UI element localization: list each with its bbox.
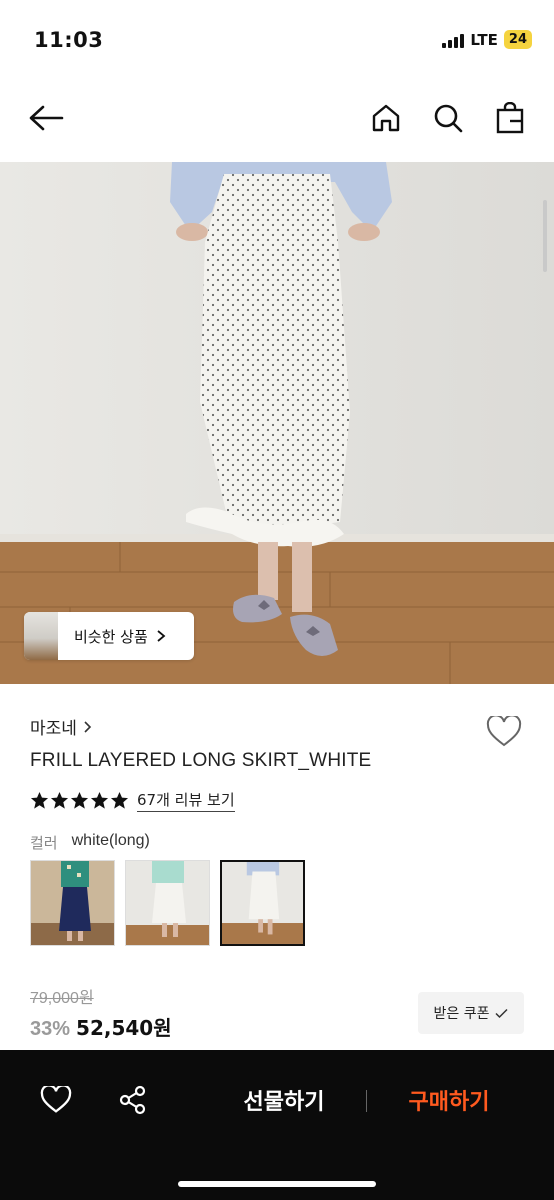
product-photo xyxy=(0,162,554,684)
arrow-left-icon xyxy=(29,105,64,131)
share-button[interactable] xyxy=(113,1080,153,1120)
signal-icon xyxy=(442,32,465,48)
color-value: white(long) xyxy=(71,832,150,849)
shopping-bag-icon xyxy=(496,102,524,134)
chevron-right-icon xyxy=(84,720,92,733)
star-icon xyxy=(30,791,49,809)
swatch-navy[interactable] xyxy=(30,860,115,946)
swatch-white[interactable] xyxy=(220,860,305,946)
bottom-action-bar: 선물하기 구매하기 xyxy=(0,1050,554,1200)
discount-rate: 33% xyxy=(30,1018,71,1040)
check-icon xyxy=(495,1008,509,1018)
bottom-divider xyxy=(366,1090,367,1112)
gift-button[interactable]: 선물하기 xyxy=(218,1080,350,1120)
back-button[interactable] xyxy=(24,96,68,140)
share-icon xyxy=(119,1085,146,1115)
wishlist-button[interactable] xyxy=(484,712,524,752)
similar-product-thumbnail xyxy=(24,612,58,660)
swatch-navy-image xyxy=(31,861,114,945)
swatch-mint-image xyxy=(126,861,209,945)
status-bar: 11:03 LTE 24 xyxy=(0,0,554,80)
top-nav xyxy=(0,80,554,162)
swatch-mint[interactable] xyxy=(125,860,210,946)
home-icon xyxy=(372,104,400,132)
brand-name: 마조네 xyxy=(30,719,77,739)
coupon-button[interactable]: 받은 쿠폰 xyxy=(418,992,524,1034)
battery-icon: 24 xyxy=(503,30,532,49)
scroll-indicator xyxy=(543,200,547,272)
network-label: LTE xyxy=(470,30,498,49)
rating-row: 67개 리뷰 보기 xyxy=(30,789,235,812)
home-button[interactable] xyxy=(364,96,408,140)
bag-button[interactable] xyxy=(488,96,532,140)
sale-price: 52,540원 xyxy=(76,1016,172,1040)
rating-stars xyxy=(30,791,129,810)
color-swatches xyxy=(30,860,305,946)
star-icon xyxy=(70,791,89,809)
star-icon xyxy=(110,791,129,809)
heart-icon xyxy=(40,1086,72,1113)
similar-products-button[interactable]: 비슷한 상품 xyxy=(24,612,194,660)
status-indicators: LTE 24 xyxy=(442,30,532,49)
buy-button[interactable]: 구매하기 xyxy=(384,1080,514,1120)
star-icon xyxy=(90,791,109,809)
home-indicator xyxy=(178,1181,376,1187)
chevron-right-icon xyxy=(157,630,166,642)
coupon-label: 받은 쿠폰 xyxy=(433,1006,490,1022)
brand-link[interactable]: 마조네 xyxy=(30,714,92,739)
similar-products-label: 비슷한 상품 xyxy=(74,627,148,646)
color-row: 컬러 white(long) xyxy=(30,832,150,853)
bottom-wishlist-button[interactable] xyxy=(36,1080,76,1120)
search-button[interactable] xyxy=(426,96,470,140)
review-link[interactable]: 67개 리뷰 보기 xyxy=(137,789,235,812)
price-row: 33% 52,540원 xyxy=(30,1012,172,1041)
heart-icon xyxy=(486,716,522,747)
original-price: 79,000원 xyxy=(30,990,94,1007)
swatch-white-image xyxy=(222,862,303,944)
product-image[interactable] xyxy=(0,162,554,684)
color-label: 컬러 xyxy=(30,834,58,852)
star-icon xyxy=(50,791,69,809)
status-time: 11:03 xyxy=(34,28,104,52)
product-title: FRILL LAYERED LONG SKIRT_WHITE xyxy=(30,750,372,771)
search-icon xyxy=(434,104,463,133)
